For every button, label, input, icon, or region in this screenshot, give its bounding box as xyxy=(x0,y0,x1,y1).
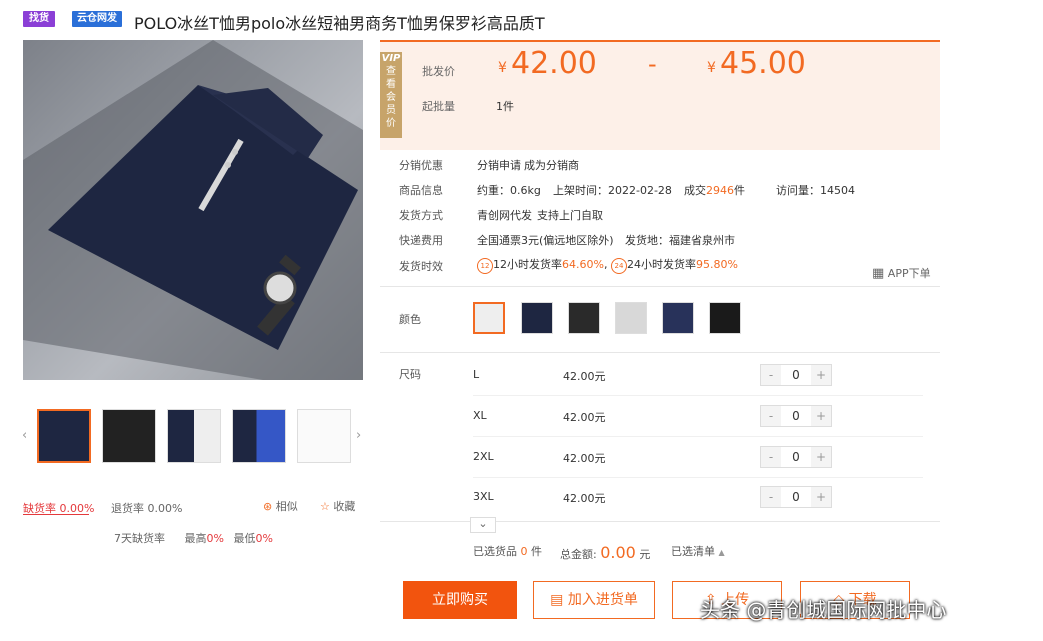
quantity-stepper: - 0 + xyxy=(760,364,832,386)
buy-now-button[interactable]: 立即购买 xyxy=(403,581,517,619)
distribution-text: 成为分销商 xyxy=(524,159,579,172)
divider xyxy=(380,352,940,353)
visits: 访问量：14504 xyxy=(776,184,855,197)
size-price: 42.00元 xyxy=(563,492,606,505)
divider xyxy=(380,521,940,522)
size-price: 42.00元 xyxy=(563,452,606,465)
clock-12-icon: 12 xyxy=(477,258,493,274)
total-amount: 总金额: 0.00 元 xyxy=(560,543,651,562)
goods-info-label: 商品信息 xyxy=(399,184,443,197)
vip-member-price-tag[interactable]: VIP 查 看 会 员 价 xyxy=(380,52,402,138)
minus-button[interactable]: - xyxy=(761,487,781,507)
ship-method-label: 发货方式 xyxy=(399,209,443,222)
listed-date: 上架时间：2022-02-28 xyxy=(553,184,672,197)
color-swatch-white[interactable] xyxy=(473,302,505,334)
quantity-stepper: - 0 + xyxy=(760,486,832,508)
express-fee-text: 全国通票3元(偏远地区除外) xyxy=(477,234,614,247)
chevron-down-icon: ⌄ xyxy=(478,517,488,530)
thumb-prev-icon[interactable]: ‹ xyxy=(22,428,27,443)
similar-icon: ⊛ xyxy=(263,500,273,513)
cloud-badge: 云仓网发 xyxy=(72,11,122,27)
minus-button[interactable]: - xyxy=(761,365,781,385)
thumbnail-5[interactable] xyxy=(297,409,351,463)
quantity-input[interactable]: 0 xyxy=(781,406,811,426)
deals: 成交2946件 xyxy=(684,184,745,197)
price-dash: - xyxy=(648,50,657,78)
clock-24-icon: 24 xyxy=(610,258,627,274)
similar-link[interactable]: ⊛ 相似 xyxy=(263,498,298,514)
thumbnail-1[interactable] xyxy=(37,409,91,463)
price-high: 45.00 xyxy=(720,46,806,81)
quantity-input[interactable]: 0 xyxy=(781,487,811,507)
color-swatch-dark-blue[interactable] xyxy=(662,302,694,334)
size-price: 42.00元 xyxy=(563,370,606,383)
thumbnail-2[interactable] xyxy=(102,409,156,463)
favorite-link[interactable]: ☆ 收藏 xyxy=(320,498,355,514)
quantity-input[interactable]: 0 xyxy=(781,447,811,467)
weight: 约重：0.6kg xyxy=(477,184,541,197)
caret-up-icon: ▲ xyxy=(718,548,725,557)
price-panel: VIP 查 看 会 员 价 批发价 ¥ 42.00 - ¥ 45.00 起批量 … xyxy=(380,40,940,150)
price-low: 42.00 xyxy=(511,46,597,81)
divider xyxy=(473,436,923,437)
timeliness-values: 12 12小时发货率64.60%, 24 24小时发货率95.80% xyxy=(477,256,738,274)
size-name: 2XL xyxy=(473,450,494,463)
star-icon: ☆ xyxy=(320,500,330,513)
color-swatch-light-gray[interactable] xyxy=(615,302,647,334)
divider xyxy=(473,395,923,396)
seven-day-stockout: 7天缺货率 最高0% 最低0% xyxy=(114,532,273,545)
timeliness-label: 发货时效 xyxy=(399,260,443,273)
qr-code-icon: ▦ xyxy=(872,266,885,281)
stockout-underline xyxy=(23,514,89,515)
quantity-input[interactable]: 0 xyxy=(781,365,811,385)
return-rate: 退货率 0.00% xyxy=(111,502,183,515)
plus-button[interactable]: + xyxy=(811,447,831,467)
size-name: XL xyxy=(473,409,487,422)
thumb-next-icon[interactable]: › xyxy=(356,428,361,443)
plus-button[interactable]: + xyxy=(811,365,831,385)
watermark: 头条 @青创城国际网批中心 xyxy=(700,598,947,622)
clipboard-icon: ▤ xyxy=(550,592,564,608)
minus-button[interactable]: - xyxy=(761,447,781,467)
divider xyxy=(380,286,940,287)
plus-button[interactable]: + xyxy=(811,406,831,426)
distribution-apply-link[interactable]: 分销申请 xyxy=(477,157,521,173)
min-order-value: 1件 xyxy=(496,100,514,113)
quantity-stepper: - 0 + xyxy=(760,405,832,427)
brand-badge: 找货 xyxy=(23,11,55,27)
main-product-image[interactable] xyxy=(23,40,363,380)
selected-goods: 已选货品 0 件 xyxy=(473,545,542,558)
ship-method-link[interactable]: 青创网代发 xyxy=(477,207,532,223)
add-to-cart-button[interactable]: ▤ 加入进货单 xyxy=(533,581,655,619)
color-swatch-black[interactable] xyxy=(568,302,600,334)
size-name: 3XL xyxy=(473,490,494,503)
size-label: 尺码 xyxy=(399,368,421,381)
expand-sizes-button[interactable]: ⌄ xyxy=(470,517,496,533)
quantity-stepper: - 0 + xyxy=(760,446,832,468)
currency-symbol-2: ¥ xyxy=(707,60,716,76)
thumbnail-3[interactable] xyxy=(167,409,221,463)
color-swatch-dark[interactable] xyxy=(709,302,741,334)
minus-button[interactable]: - xyxy=(761,406,781,426)
currency-symbol: ¥ xyxy=(498,60,507,76)
thumbnail-4[interactable] xyxy=(232,409,286,463)
distribution-label: 分销优惠 xyxy=(399,159,443,172)
size-name: L xyxy=(473,368,480,381)
size-price: 42.00元 xyxy=(563,411,606,424)
product-title: POLO冰丝T恤男polo冰丝短袖男商务T恤男保罗衫高品质T xyxy=(134,14,545,33)
app-order[interactable]: ▦ APP下单 xyxy=(872,265,931,281)
wholesale-price-label: 批发价 xyxy=(422,65,455,78)
color-swatch-navy[interactable] xyxy=(521,302,553,334)
ship-method-text: 支持上门自取 xyxy=(537,209,603,222)
min-order-label: 起批量 xyxy=(422,100,455,113)
express-fee-label: 快递费用 xyxy=(399,234,443,247)
divider xyxy=(473,477,923,478)
color-label: 颜色 xyxy=(399,313,421,326)
selected-list-toggle[interactable]: 已选清单 ▲ xyxy=(671,543,725,559)
polo-shirt-image xyxy=(23,40,363,380)
ship-origin: 发货地：福建省泉州市 xyxy=(625,234,735,247)
plus-button[interactable]: + xyxy=(811,487,831,507)
